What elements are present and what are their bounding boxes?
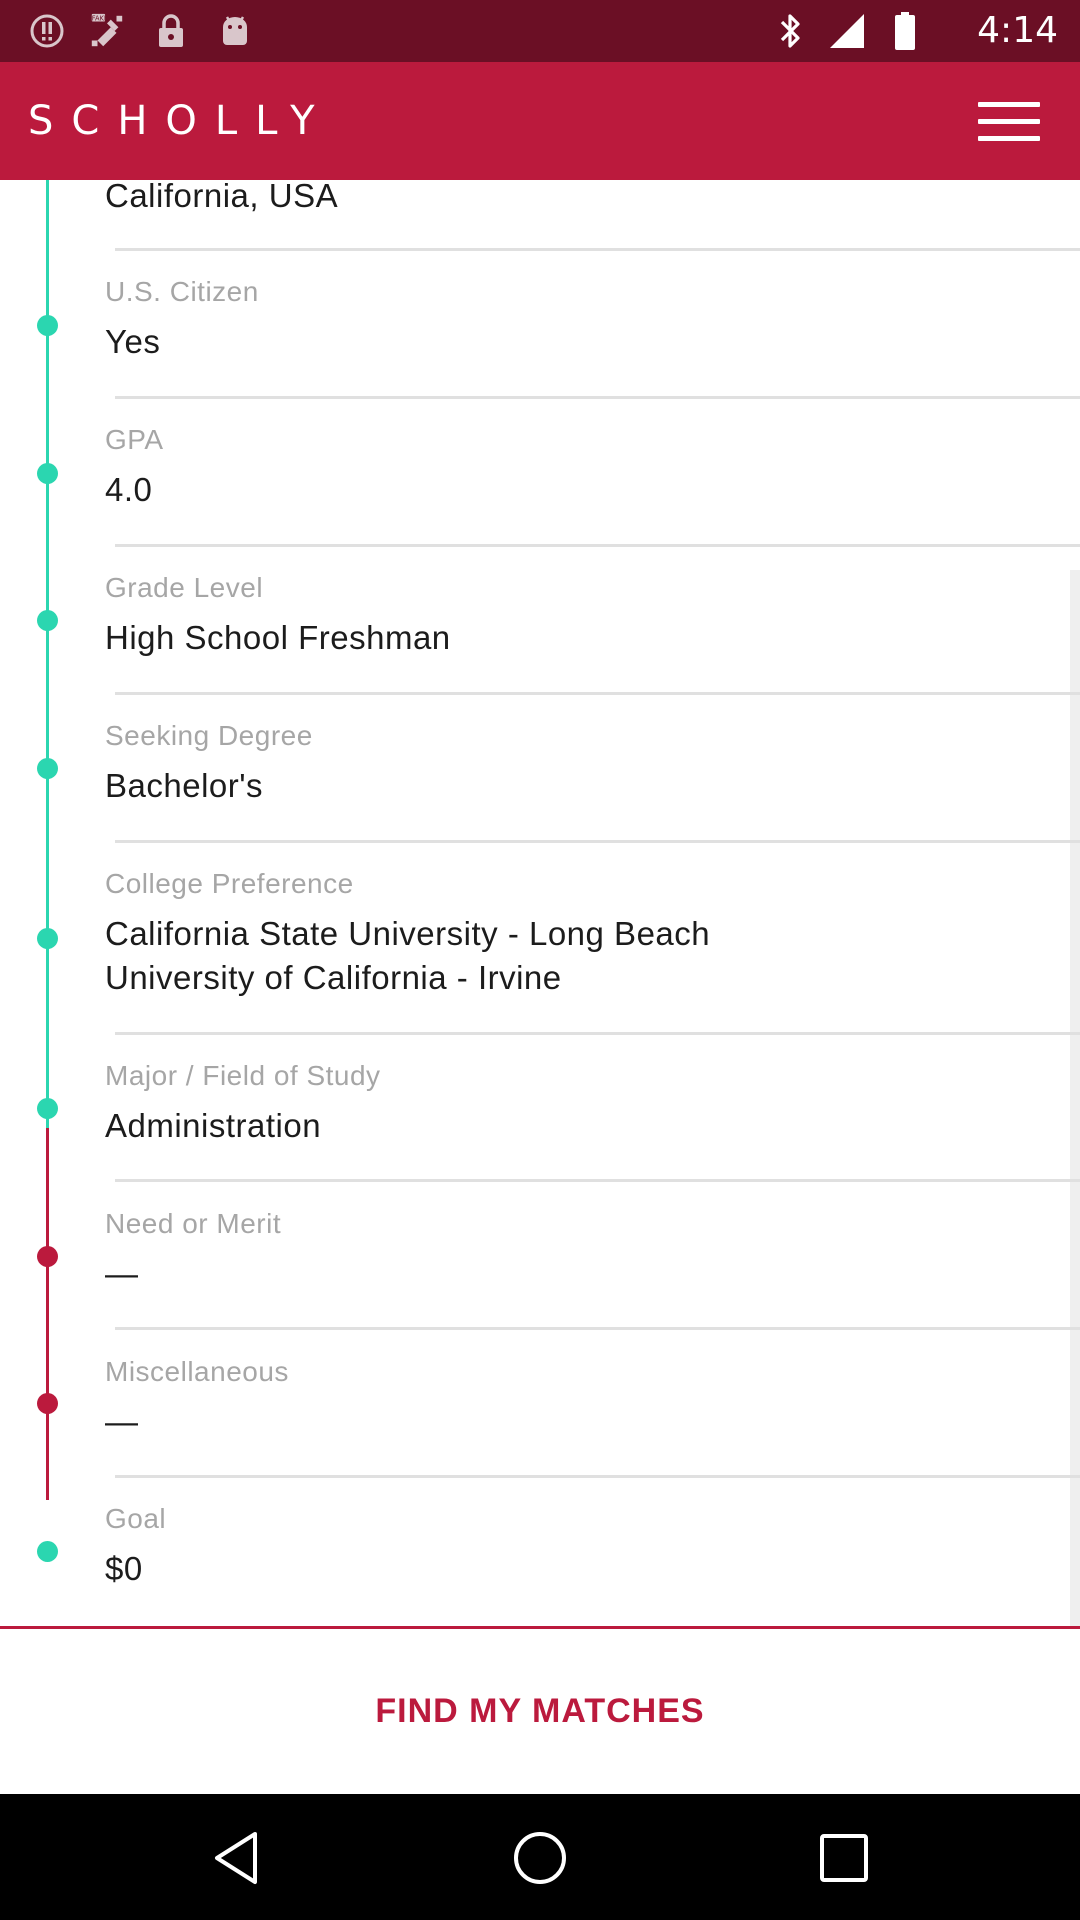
bluetooth-icon: [772, 12, 810, 50]
divider: [115, 1032, 1080, 1035]
timeline-dot-complete: [37, 928, 58, 949]
list-item-major[interactable]: Major / Field of Study Administration: [0, 1060, 1080, 1180]
app-logo-title: SCHOLLY: [28, 98, 333, 144]
us-citizen-label: U.S. Citizen: [105, 276, 259, 307]
divider: [115, 248, 1080, 251]
list-item-college-preference[interactable]: College Preference California State Univ…: [0, 868, 1080, 1030]
divider: [115, 1475, 1080, 1478]
seeking-degree-value: Bachelor's: [105, 767, 264, 804]
timeline-dot-complete: [37, 610, 58, 631]
need-or-merit-label: Need or Merit: [105, 1208, 282, 1239]
back-icon[interactable]: [206, 1828, 266, 1888]
list-item-goal[interactable]: Goal $0: [0, 1503, 1080, 1613]
app-bar: SCHOLLY: [0, 62, 1080, 180]
major-value: Administration: [105, 1107, 322, 1144]
svg-text:FAKE: FAKE: [92, 15, 108, 23]
recents-icon[interactable]: [814, 1828, 874, 1888]
home-icon[interactable]: [510, 1828, 570, 1888]
major-label: Major / Field of Study: [105, 1060, 381, 1091]
grade-level-value: High School Freshman: [105, 619, 451, 656]
gpa-label: GPA: [105, 424, 164, 455]
find-my-matches-button[interactable]: FIND MY MATCHES: [0, 1629, 1080, 1794]
college-preference-label: College Preference: [105, 868, 354, 899]
timeline-dot-complete: [37, 1098, 58, 1119]
list-item-need-or-merit[interactable]: Need or Merit —: [0, 1208, 1080, 1328]
list-item-seeking-degree[interactable]: Seeking Degree Bachelor's: [0, 720, 1080, 840]
divider: [115, 1179, 1080, 1182]
goal-label: Goal: [105, 1503, 167, 1534]
status-time: 4:14: [977, 10, 1058, 51]
timeline-dot-complete: [37, 463, 58, 484]
divider: [115, 396, 1080, 399]
timeline-dot-incomplete: [37, 1393, 58, 1414]
divider: [115, 544, 1080, 547]
alert-icon: [28, 12, 66, 50]
goal-value: $0: [105, 1550, 143, 1587]
list-item-location[interactable]: California, USA: [0, 180, 1080, 250]
fake-gps-icon: FAKE: [88, 12, 126, 50]
action-area: FIND MY MATCHES: [0, 1629, 1080, 1794]
timeline-dot-complete: [37, 1541, 58, 1562]
college-preference-value-1: California State University - Long Beach: [105, 915, 711, 952]
list-item-gpa[interactable]: GPA 4.0: [0, 424, 1080, 544]
timeline-dot-complete: [37, 758, 58, 779]
signal-icon: [828, 12, 866, 50]
battery-icon: [886, 12, 924, 50]
divider: [115, 840, 1080, 843]
miscellaneous-value: —: [105, 1403, 139, 1440]
gpa-value: 4.0: [105, 471, 153, 508]
need-or-merit-value: —: [105, 1255, 139, 1292]
list-item-miscellaneous[interactable]: Miscellaneous —: [0, 1356, 1080, 1476]
status-bar: FAKE 4:14: [0, 0, 1080, 62]
timeline-dot-complete: [37, 315, 58, 336]
college-preference-value-2: University of California - Irvine: [105, 959, 562, 996]
list-item-us-citizen[interactable]: U.S. Citizen Yes: [0, 276, 1080, 396]
list-item-grade-level[interactable]: Grade Level High School Freshman: [0, 572, 1080, 692]
timeline-dot-incomplete: [37, 1246, 58, 1267]
hamburger-menu-icon[interactable]: [978, 102, 1040, 142]
miscellaneous-label: Miscellaneous: [105, 1356, 289, 1387]
grade-level-label: Grade Level: [105, 572, 264, 603]
location-value: California, USA: [105, 180, 339, 214]
seeking-degree-label: Seeking Degree: [105, 720, 313, 751]
divider: [115, 692, 1080, 695]
us-citizen-value: Yes: [105, 323, 161, 360]
android-icon: [216, 12, 254, 50]
divider: [115, 1327, 1080, 1330]
profile-summary-list[interactable]: California, USA U.S. Citizen Yes GPA 4.0…: [0, 180, 1080, 1626]
lock-icon: [152, 12, 190, 50]
system-nav-bar: [0, 1794, 1080, 1920]
